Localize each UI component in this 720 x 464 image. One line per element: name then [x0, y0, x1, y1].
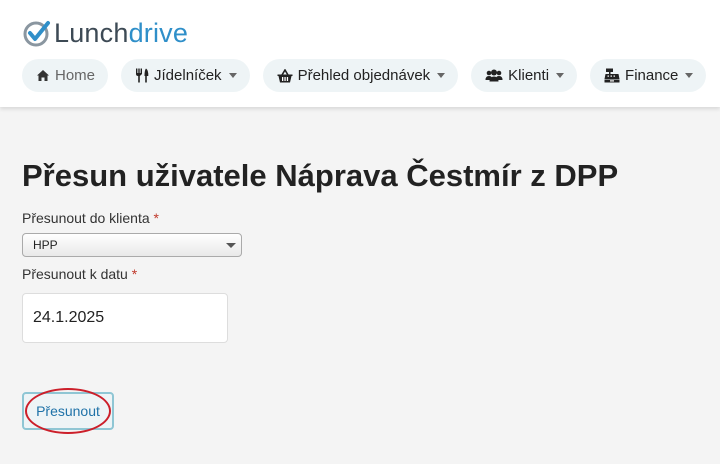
basket-icon	[277, 68, 293, 83]
nav-item-finance-label: Finance	[625, 67, 679, 84]
nav-item-home-label: Home	[55, 67, 96, 84]
chevron-down-icon	[228, 73, 237, 78]
client-label-text: Přesunout do klienta	[22, 210, 150, 226]
nav-item-jidelnicek-label: Jídelníček	[154, 67, 222, 84]
client-select-value: HPP	[33, 238, 58, 252]
top-header: Lunchdrive Home Jídelníček Přehled objed…	[0, 0, 720, 107]
cash-register-icon	[604, 68, 620, 83]
checkmark-logo-icon	[23, 21, 50, 47]
client-select[interactable]: HPP	[22, 233, 242, 257]
users-icon	[485, 69, 503, 82]
move-button[interactable]: Přesunout	[22, 392, 114, 430]
nav-item-home[interactable]: Home	[22, 59, 109, 92]
chevron-down-icon	[437, 73, 446, 78]
lunchdrive-logo[interactable]: Lunchdrive	[22, 16, 188, 50]
date-input[interactable]	[22, 293, 228, 343]
nav-item-klienti[interactable]: Klienti	[471, 59, 578, 92]
date-label: Přesunout k datu *	[22, 266, 137, 282]
home-icon	[36, 69, 50, 82]
date-label-text: Přesunout k datu	[22, 266, 128, 282]
select-arrow-icon	[226, 243, 236, 248]
main-nav: Home Jídelníček Přehled objednávek Klien…	[22, 59, 707, 92]
nav-item-prehled-objednavek-label: Přehled objednávek	[297, 67, 431, 84]
page-title: Přesun uživatele Náprava Čestmír z DPP	[22, 158, 619, 193]
logo-text-lunch: Lunch	[54, 18, 129, 48]
utensils-icon	[135, 68, 149, 83]
nav-item-prehled-objednavek[interactable]: Přehled objednávek	[262, 59, 459, 92]
client-required-mark: *	[153, 210, 159, 226]
chevron-down-icon	[685, 73, 694, 78]
nav-item-finance[interactable]: Finance	[590, 59, 707, 92]
logo-text-drive: drive	[128, 18, 189, 48]
client-label: Přesunout do klienta *	[22, 210, 159, 226]
nav-item-jidelnicek[interactable]: Jídelníček	[121, 59, 250, 92]
nav-item-klienti-label: Klienti	[508, 67, 550, 84]
move-button-label: Přesunout	[36, 403, 100, 419]
logo-text: Lunchdrive	[54, 16, 188, 50]
chevron-down-icon	[556, 73, 565, 78]
date-required-mark: *	[131, 266, 138, 282]
